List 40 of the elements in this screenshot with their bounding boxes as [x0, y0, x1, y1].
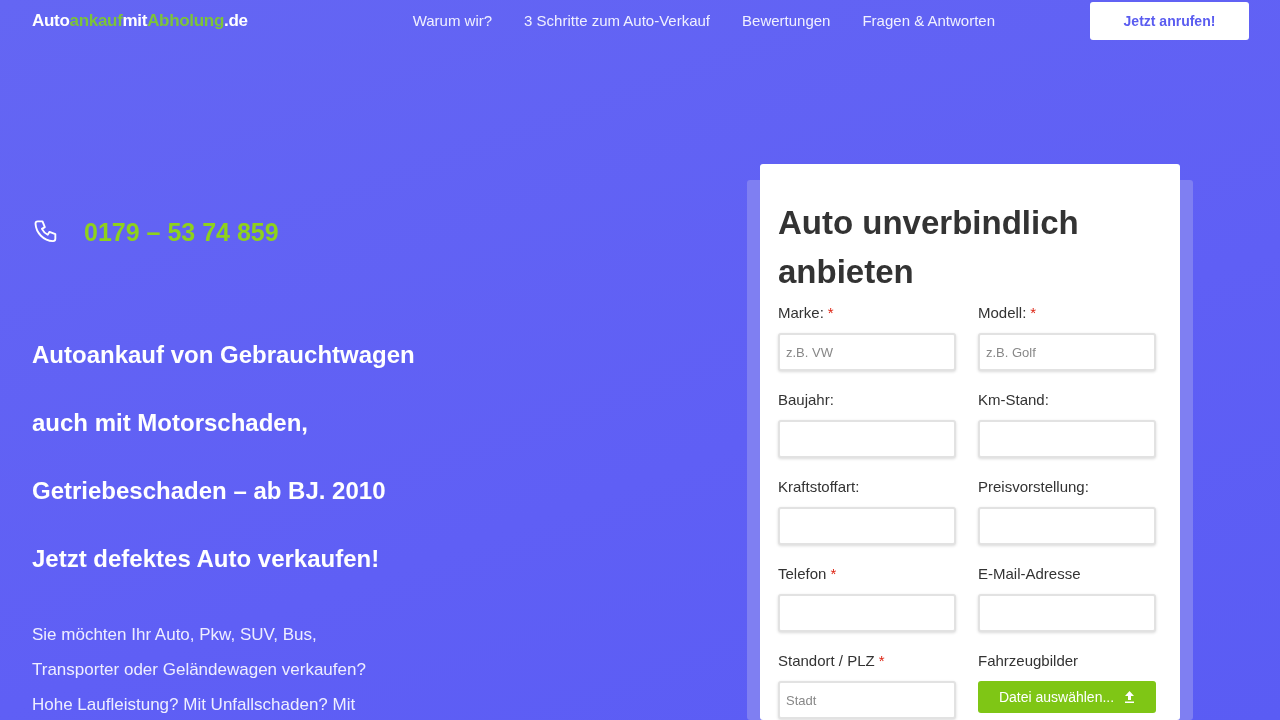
field-label: Fahrzeugbilder [978, 651, 1080, 671]
nav-link[interactable]: 3 Schritte zum Auto-Verkauf [524, 9, 711, 33]
field-label: Km-Stand: [978, 390, 1050, 410]
field-label: Marke: [778, 304, 824, 321]
required-asterisk: * [827, 304, 834, 321]
field-label: E-Mail-Adresse [978, 564, 1082, 584]
field-label: Baujahr: [778, 390, 835, 410]
file-upload-button[interactable]: Datei auswählen... [978, 681, 1156, 713]
input-field[interactable]: Stadt [778, 681, 956, 719]
input-field[interactable]: z.B. Golf [978, 333, 1156, 371]
intro-text: Hohe Laufleistung? Mit Unfallschaden? Mit [32, 693, 357, 716]
input-field[interactable] [978, 594, 1156, 632]
headline: auch mit Motorschaden, [32, 407, 310, 438]
input-field[interactable]: z.B. VW [778, 333, 956, 371]
form-title: Auto unverbindlich anbieten [778, 203, 1080, 292]
intro-text: Sie möchten Ihr Auto, Pkw, SUV, Bus, [32, 623, 318, 646]
intro-text: Transporter oder Geländewagen verkaufen? [32, 658, 367, 681]
nav-link[interactable]: Bewertungen [742, 9, 831, 33]
field-label: Standort / PLZ [778, 652, 875, 669]
upload-icon [1124, 691, 1136, 703]
field-label: Telefon [778, 565, 827, 582]
field-label: Modell: [978, 304, 1027, 321]
phone-number[interactable]: 0179 – 53 74 859 [84, 214, 279, 252]
nav-link[interactable]: Fragen & Antworten [862, 9, 996, 33]
field-label: Kraftstoffart: [778, 477, 861, 497]
call-now-button[interactable]: Jetzt anrufen! [1090, 2, 1249, 40]
headline: Autoankauf von Gebrauchtwagen [32, 339, 416, 370]
input-field[interactable] [778, 507, 956, 545]
input-field[interactable] [778, 594, 956, 632]
required-asterisk: * [830, 565, 837, 582]
headline: Getriebeschaden – ab BJ. 2010 [32, 475, 387, 506]
required-asterisk: * [878, 652, 885, 669]
nav-link[interactable]: Warum wir? [412, 9, 493, 33]
input-field[interactable] [778, 420, 956, 458]
field-label: Preisvorstellung: [978, 477, 1090, 497]
site-logo[interactable]: AutoankaufmitAbholung.de [32, 8, 248, 34]
headline: Jetzt defektes Auto verkaufen! [32, 543, 381, 574]
input-field[interactable] [978, 420, 1156, 458]
required-asterisk: * [1030, 304, 1037, 321]
input-field[interactable] [978, 507, 1156, 545]
